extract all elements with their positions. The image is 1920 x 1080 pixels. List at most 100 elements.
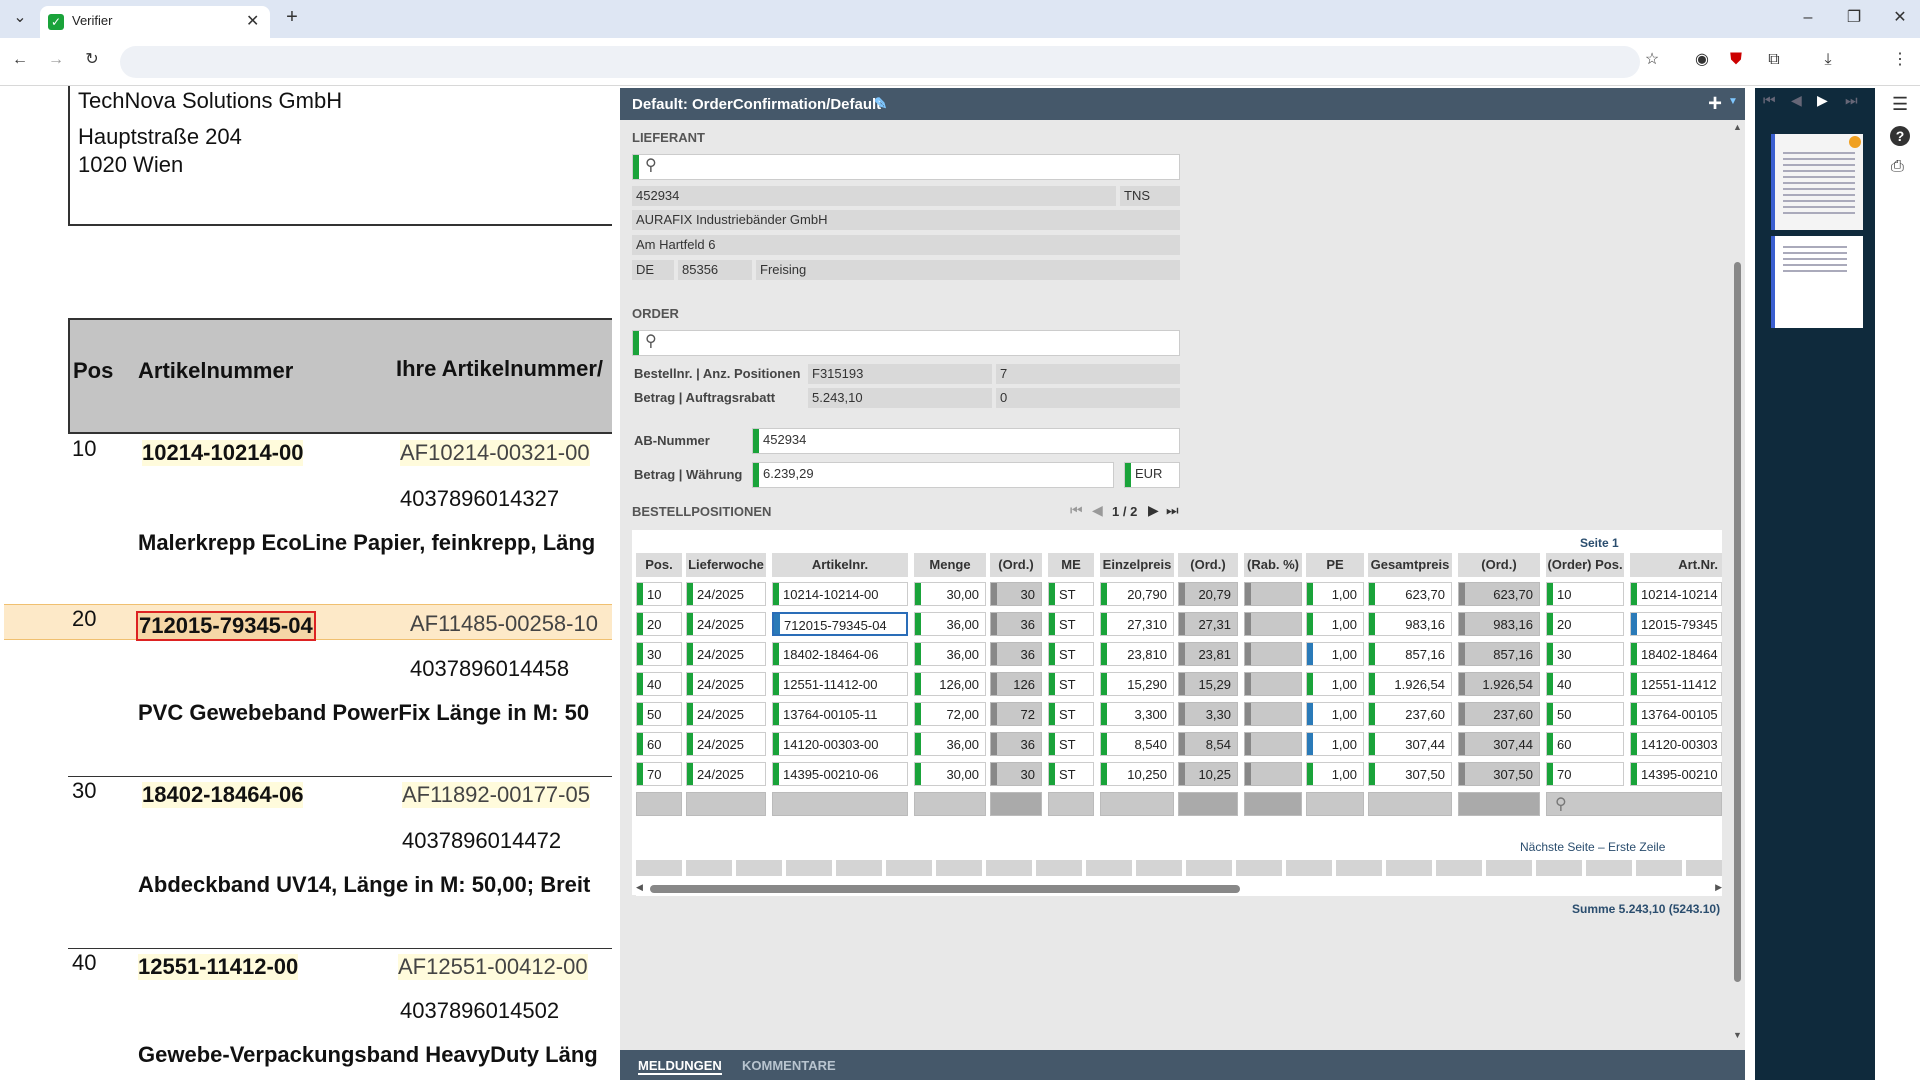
- cell-artikelnr[interactable]: 12551-11412-00: [772, 672, 908, 696]
- last-page-icon[interactable]: ⏭: [1166, 502, 1179, 519]
- empty-cell[interactable]: [636, 792, 682, 816]
- menu-icon[interactable]: ☰: [1892, 94, 1908, 115]
- cell-artnr[interactable]: 10214-10214: [1630, 582, 1722, 606]
- prev-doc-icon[interactable]: ◀: [1791, 92, 1802, 109]
- vscroll-thumb[interactable]: [1734, 262, 1741, 982]
- window-close-icon[interactable]: ✕: [1888, 8, 1912, 32]
- cell-ord-gesamt[interactable]: 307,50: [1458, 762, 1540, 786]
- empty-cell[interactable]: [1306, 792, 1364, 816]
- cell-ord-preis[interactable]: 8,54: [1178, 732, 1238, 756]
- help-icon[interactable]: ?: [1890, 126, 1910, 146]
- cell-ord-menge[interactable]: 30: [990, 762, 1042, 786]
- cell-rabatt[interactable]: [1244, 672, 1302, 696]
- cell-ord-gesamt[interactable]: 623,70: [1458, 582, 1540, 606]
- lieferant-country[interactable]: DE: [632, 260, 674, 280]
- next-page-link[interactable]: Nächste Seite – Erste Zeile: [1520, 840, 1665, 854]
- ab-nummer-input[interactable]: 452934: [752, 428, 1180, 454]
- cell-artnr[interactable]: 18402-18464: [1630, 642, 1722, 666]
- betrag-waehrung-input[interactable]: 6.239,29: [752, 462, 1114, 488]
- empty-cell[interactable]: [914, 792, 986, 816]
- cell-pe[interactable]: 1,00: [1306, 642, 1364, 666]
- cell-gesamtpreis[interactable]: 983,16: [1368, 612, 1452, 636]
- empty-cell[interactable]: [686, 792, 766, 816]
- cell-ord-menge[interactable]: 36: [990, 732, 1042, 756]
- order-search-input[interactable]: ⚲: [632, 330, 1180, 356]
- url-input[interactable]: [120, 46, 1640, 78]
- cell-menge[interactable]: 126,00: [914, 672, 986, 696]
- cell-ord-gesamt[interactable]: 1.926,54: [1458, 672, 1540, 696]
- close-tab-icon[interactable]: ✕: [246, 11, 259, 31]
- col-header-rabatt[interactable]: (Rab. %): [1244, 553, 1302, 577]
- next-page-icon[interactable]: ▶: [1148, 502, 1159, 519]
- cell-rabatt[interactable]: [1244, 762, 1302, 786]
- empty-cell[interactable]: [772, 792, 908, 816]
- dropdown-chevron-icon[interactable]: ▼: [1728, 96, 1738, 107]
- cell-order-pos[interactable]: 60: [1546, 732, 1624, 756]
- cell-einzelpreis[interactable]: 10,250: [1100, 762, 1174, 786]
- cell-ord-preis[interactable]: 20,79: [1178, 582, 1238, 606]
- cell-ord-gesamt[interactable]: 307,44: [1458, 732, 1540, 756]
- tab-kommentare[interactable]: KOMMENTARE: [742, 1058, 836, 1073]
- cell-artikelnr[interactable]: 13764-00105-11: [772, 702, 908, 726]
- cell-pos[interactable]: 50: [636, 702, 682, 726]
- cell-menge[interactable]: 30,00: [914, 582, 986, 606]
- cell-lieferwoche[interactable]: 24/2025: [686, 702, 766, 726]
- cell-gesamtpreis[interactable]: 623,70: [1368, 582, 1452, 606]
- add-plus-icon[interactable]: +: [1708, 90, 1722, 118]
- lieferant-number[interactable]: 452934: [632, 186, 1116, 206]
- cell-me[interactable]: ST: [1048, 702, 1094, 726]
- cell-artnr[interactable]: 12551-11412: [1630, 672, 1722, 696]
- cell-gesamtpreis[interactable]: 307,44: [1368, 732, 1452, 756]
- cell-lieferwoche[interactable]: 24/2025: [686, 642, 766, 666]
- cell-pos[interactable]: 10: [636, 582, 682, 606]
- cell-me[interactable]: ST: [1048, 762, 1094, 786]
- cell-gesamtpreis[interactable]: 1.926,54: [1368, 672, 1452, 696]
- cell-order-pos[interactable]: 20: [1546, 612, 1624, 636]
- empty-cell[interactable]: [990, 792, 1042, 816]
- vertical-scrollbar[interactable]: ▲ ▼: [1731, 122, 1743, 1040]
- col-header-ord-menge[interactable]: (Ord.): [990, 553, 1042, 577]
- reload-icon[interactable]: ↻: [80, 50, 104, 74]
- shield-extension-icon[interactable]: ⛊: [1724, 50, 1748, 74]
- lieferant-code[interactable]: TNS: [1120, 186, 1180, 206]
- cell-rabatt[interactable]: [1244, 702, 1302, 726]
- empty-cell[interactable]: [1178, 792, 1238, 816]
- cell-pe[interactable]: 1,00: [1306, 672, 1364, 696]
- extensions-icon[interactable]: ⧉: [1762, 50, 1786, 74]
- browser-tab[interactable]: ✓ Verifier ✕: [40, 6, 270, 38]
- scroll-up-icon[interactable]: ▲: [1733, 122, 1742, 132]
- cell-ord-preis[interactable]: 15,29: [1178, 672, 1238, 696]
- col-header-menge[interactable]: Menge: [914, 553, 986, 577]
- back-icon[interactable]: ←: [8, 50, 32, 74]
- cell-order-pos[interactable]: 10: [1546, 582, 1624, 606]
- auftragsrabatt-value[interactable]: 0: [996, 388, 1180, 408]
- cell-menge[interactable]: 36,00: [914, 732, 986, 756]
- col-header-pe[interactable]: PE: [1306, 553, 1364, 577]
- cell-artikelnr[interactable]: 14120-00303-00: [772, 732, 908, 756]
- page-thumbnail-1[interactable]: [1771, 134, 1863, 230]
- empty-cell[interactable]: [1458, 792, 1540, 816]
- cell-order-pos[interactable]: 70: [1546, 762, 1624, 786]
- col-header-lieferwoche[interactable]: Lieferwoche: [686, 553, 766, 577]
- cell-ord-gesamt[interactable]: 857,16: [1458, 642, 1540, 666]
- scroll-left-icon[interactable]: ◀: [636, 882, 643, 893]
- download-icon[interactable]: ⤓: [1816, 50, 1840, 74]
- browser-menu-icon[interactable]: ⋮: [1888, 50, 1912, 74]
- doc-item-artnr-selected[interactable]: 712015-79345-04: [136, 611, 316, 641]
- col-header-ord-preis[interactable]: (Ord.): [1178, 553, 1238, 577]
- restore-icon[interactable]: ❐: [1842, 8, 1866, 32]
- cell-pe[interactable]: 1,00: [1306, 612, 1364, 636]
- cell-order-pos[interactable]: 50: [1546, 702, 1624, 726]
- bookmark-star-icon[interactable]: ☆: [1640, 50, 1664, 74]
- scroll-right-icon[interactable]: ▶: [1715, 882, 1722, 893]
- horizontal-scrollbar[interactable]: ◀ ▶: [636, 880, 1722, 896]
- cell-lieferwoche[interactable]: 24/2025: [686, 582, 766, 606]
- cell-lieferwoche[interactable]: 24/2025: [686, 732, 766, 756]
- cell-order-pos[interactable]: 40: [1546, 672, 1624, 696]
- cell-artikelnr[interactable]: 10214-10214-00: [772, 582, 908, 606]
- lieferant-name[interactable]: AURAFIX Industriebänder GmbH: [632, 210, 1180, 230]
- currency-input[interactable]: EUR: [1124, 462, 1180, 488]
- cell-gesamtpreis[interactable]: 857,16: [1368, 642, 1452, 666]
- cell-rabatt[interactable]: [1244, 732, 1302, 756]
- cell-me[interactable]: ST: [1048, 612, 1094, 636]
